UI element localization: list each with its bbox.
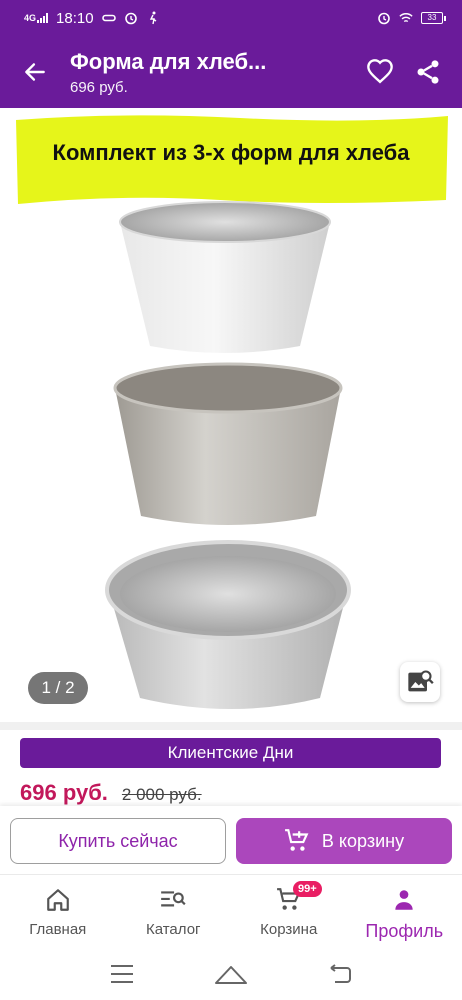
banner-caption: Комплект из 3-х форм для хлеба <box>52 140 410 165</box>
buy-now-button[interactable]: Купить сейчас <box>10 818 226 864</box>
nav-home[interactable]: Главная <box>0 875 116 948</box>
link-icon <box>101 14 116 22</box>
clock: 18:10 <box>56 9 94 27</box>
header-price: 696 руб. <box>70 78 128 96</box>
wifi-icon <box>399 13 413 23</box>
heart-icon <box>367 59 393 84</box>
system-nav-bar <box>0 948 462 1000</box>
add-to-cart-label: В корзину <box>321 830 405 851</box>
nav-catalog[interactable]: Каталог <box>116 875 232 948</box>
battery-icon: 33 <box>421 12 446 24</box>
profile-icon <box>395 890 413 910</box>
network-type: 4G <box>24 13 37 23</box>
share-icon <box>417 60 439 84</box>
share-button[interactable] <box>404 44 452 100</box>
nav-profile-label: Профиль <box>365 921 444 941</box>
add-to-cart-button[interactable]: В корзину <box>236 818 452 864</box>
section-divider <box>0 722 462 730</box>
nav-home-label: Главная <box>29 921 87 938</box>
image-counter: 1 / 2 <box>28 672 88 704</box>
app-bar: Форма для хлеб... 696 руб. <box>0 36 462 108</box>
battery-level: 33 <box>421 12 443 24</box>
nav-profile[interactable]: Профиль <box>347 875 462 948</box>
signal-icon <box>37 13 49 23</box>
bottom-nav: Главная Каталог 99+ Корзина Профиль <box>0 874 462 948</box>
alarm-icon <box>124 12 137 25</box>
image-search-icon <box>408 670 434 692</box>
old-price: 2 000 руб. <box>121 785 202 804</box>
walking-icon <box>149 11 156 25</box>
action-bar: Купить сейчас В корзину <box>0 806 462 874</box>
menu-icon[interactable] <box>109 963 135 985</box>
cart-plus-icon <box>285 829 309 851</box>
cart-badge: 99+ <box>293 881 322 897</box>
nav-cart-label: Корзина <box>260 921 318 938</box>
status-bar: 4G 18:10 33 <box>0 0 462 36</box>
current-price: 696 руб. <box>20 780 108 805</box>
network-indicator: 4G <box>24 13 49 23</box>
nav-cart[interactable]: 99+ Корзина <box>231 875 347 948</box>
arrow-left-icon <box>25 63 45 81</box>
home-outline-icon[interactable] <box>214 963 248 985</box>
promo-banner[interactable]: Клиентские Дни <box>20 738 441 768</box>
home-icon <box>46 889 69 911</box>
alarm-icon <box>378 12 390 25</box>
favorite-button[interactable] <box>356 44 404 100</box>
nav-catalog-label: Каталог <box>145 921 201 938</box>
product-photo <box>16 115 448 709</box>
catalog-icon <box>161 891 186 907</box>
title-block: Форма для хлеб... 696 руб. <box>70 49 356 96</box>
product-gallery[interactable]: Комплект из 3-х форм для хлеба 1 / 2 <box>0 108 462 722</box>
page-title: Форма для хлеб... <box>70 48 267 74</box>
screen: 4G 18:10 33 Форма для хлеб... 696 руб. К… <box>0 0 462 1000</box>
image-search-button[interactable] <box>400 662 440 702</box>
back-button[interactable] <box>0 36 70 108</box>
back-system-icon[interactable] <box>327 963 353 985</box>
